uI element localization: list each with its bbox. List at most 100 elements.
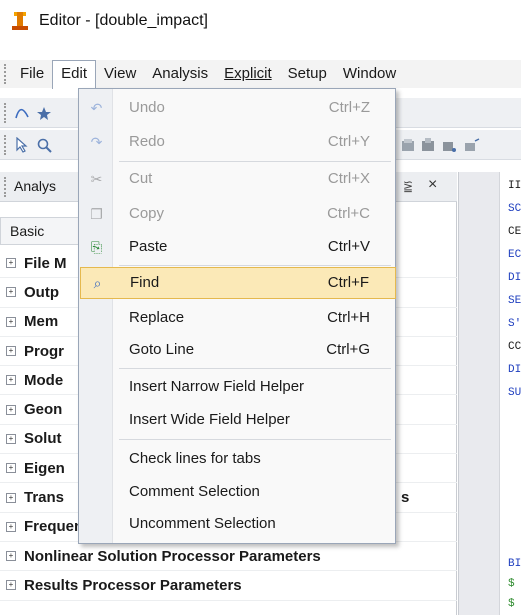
code-editor[interactable]: II SC CE EC DI SE S' CC DI SU BI $ $	[458, 172, 521, 615]
menu-item-goto-line[interactable]: Goto Line Ctrl+G	[80, 335, 396, 365]
menu-item-find[interactable]: ⌕ Find Ctrl+F	[80, 267, 396, 299]
menu-setup[interactable]: Setup	[280, 60, 335, 88]
tree-item-results-processor[interactable]: + Results Processor Parameters	[0, 571, 457, 601]
menu-item-label: Undo	[129, 99, 165, 116]
code-line: EC	[508, 249, 521, 261]
menu-item-redo[interactable]: ↷ Redo Ctrl+Y	[80, 127, 396, 157]
tree-item-label-suffix: s	[401, 489, 410, 507]
menu-analysis[interactable]: Analysis	[144, 60, 216, 88]
expand-icon[interactable]: +	[6, 375, 16, 386]
title-bar: Editor - [double_impact]	[0, 0, 521, 42]
code-line: II	[508, 180, 521, 192]
code-line: CE	[508, 226, 521, 238]
menubar-grip[interactable]	[4, 64, 7, 84]
tree-item-label: Outp	[24, 283, 59, 301]
tree-item-label: Results Processor Parameters	[24, 576, 242, 594]
tree-item-label: Nonlinear Solution Processor Parameters	[24, 547, 321, 565]
app-logo-icon	[12, 12, 30, 30]
tab-basic[interactable]: Basic	[0, 217, 80, 245]
code-line: CC	[508, 341, 521, 353]
menu-view[interactable]: View	[96, 60, 144, 88]
expand-icon[interactable]: +	[6, 492, 16, 503]
menu-item-insert-narrow-field-helper[interactable]: Insert Narrow Field Helper	[80, 372, 396, 402]
menu-file[interactable]: File	[12, 60, 52, 88]
menu-window[interactable]: Window	[335, 60, 404, 88]
expand-icon[interactable]: +	[6, 433, 16, 444]
expand-icon[interactable]: +	[6, 463, 16, 474]
expand-icon[interactable]: +	[6, 258, 16, 269]
menu-item-label: Comment Selection	[129, 483, 260, 500]
tree-item-label: Trans	[24, 489, 65, 507]
menu-separator	[119, 161, 391, 162]
magnifier-icon: ⌕	[93, 275, 102, 291]
code-line: SE	[508, 295, 521, 307]
paste-icon: ⎘	[90, 239, 103, 255]
toolbar-grip-2[interactable]	[4, 135, 7, 155]
menu-item-shortcut: Ctrl+V	[327, 238, 370, 255]
menu-item-shortcut: Ctrl+Y	[327, 133, 370, 150]
menu-item-shortcut: Ctrl+G	[326, 341, 370, 358]
menu-item-label: Uncomment Selection	[129, 515, 276, 532]
model-tool-icon[interactable]	[400, 137, 416, 153]
code-line: S'	[508, 318, 521, 330]
menu-item-replace[interactable]: Replace Ctrl+H	[80, 303, 396, 333]
menu-item-comment-selection[interactable]: Comment Selection	[80, 477, 396, 507]
star-tool-icon[interactable]	[36, 105, 52, 121]
menu-edit[interactable]: Edit	[52, 59, 97, 89]
expand-icon[interactable]: +	[6, 551, 16, 562]
expand-icon[interactable]: +	[6, 316, 16, 327]
menu-item-paste[interactable]: ⎘ Paste Ctrl+V	[80, 232, 396, 262]
menu-separator	[119, 439, 391, 440]
tree-item-label: Solut	[24, 430, 62, 448]
menu-item-shortcut: Ctrl+F	[327, 274, 369, 291]
expand-icon[interactable]: +	[6, 404, 16, 415]
zoom-icon[interactable]	[36, 137, 52, 153]
model-tool-2-icon[interactable]	[420, 137, 436, 153]
menu-item-check-lines-for-tabs[interactable]: Check lines for tabs	[80, 444, 396, 474]
menu-item-copy[interactable]: ❐ Copy Ctrl+C	[80, 199, 396, 229]
pointer-icon[interactable]	[14, 137, 30, 153]
expand-icon[interactable]: +	[6, 346, 16, 357]
tree-item-label: File M	[24, 254, 67, 272]
tree-item-label: Geon	[24, 401, 63, 419]
menu-item-shortcut: Ctrl+C	[327, 205, 370, 222]
pin-icon[interactable]: ⪠	[403, 179, 413, 193]
copy-icon: ❐	[90, 206, 103, 222]
menu-item-label: Copy	[129, 205, 165, 222]
menu-item-label: Paste	[129, 238, 168, 255]
edit-menu-dropdown: ↶ Undo Ctrl+Z ↷ Redo Ctrl+Y ✂ Cut Ctrl+X…	[78, 88, 396, 544]
expand-icon[interactable]: +	[6, 521, 16, 532]
menu-bar: File Edit View Analysis Explicit Setup W…	[0, 59, 521, 89]
toolbar-grip[interactable]	[4, 103, 7, 123]
menu-item-label: Goto Line	[129, 341, 195, 358]
menu-item-label: Cut	[129, 170, 153, 187]
menu-item-label: Insert Narrow Field Helper	[129, 378, 305, 395]
menu-item-label: Replace	[129, 309, 185, 326]
undo-icon: ↶	[90, 100, 103, 116]
menu-item-cut[interactable]: ✂ Cut Ctrl+X	[80, 164, 396, 194]
close-icon[interactable]: ×	[428, 176, 437, 194]
model-tool-4-icon[interactable]	[464, 137, 480, 153]
menu-item-uncomment-selection[interactable]: Uncomment Selection	[80, 509, 396, 539]
tree-item-label: Eigen	[24, 459, 65, 477]
code-line: SC	[508, 203, 521, 215]
curve-tool-icon[interactable]	[14, 105, 30, 121]
redo-icon: ↷	[90, 134, 103, 150]
menu-item-label: Find	[130, 274, 160, 291]
menu-item-undo[interactable]: ↶ Undo Ctrl+Z	[80, 93, 396, 123]
expand-icon[interactable]: +	[6, 580, 16, 591]
code-line: $	[508, 598, 515, 610]
editor-gutter	[459, 172, 500, 615]
expand-icon[interactable]: +	[6, 287, 16, 298]
code-line: SU	[508, 387, 521, 399]
panel-grip[interactable]	[4, 177, 7, 197]
tree-item-label: Mode	[24, 371, 64, 389]
menu-separator	[119, 265, 391, 266]
menu-item-insert-wide-field-helper[interactable]: Insert Wide Field Helper	[80, 405, 396, 435]
code-line: $	[508, 578, 515, 590]
menu-item-shortcut: Ctrl+H	[327, 309, 370, 326]
model-tool-3-icon[interactable]	[441, 137, 457, 153]
menu-explicit[interactable]: Explicit	[216, 60, 280, 88]
tree-item-nonlinear-solution[interactable]: + Nonlinear Solution Processor Parameters	[0, 542, 457, 572]
code-line: DI	[508, 272, 521, 284]
